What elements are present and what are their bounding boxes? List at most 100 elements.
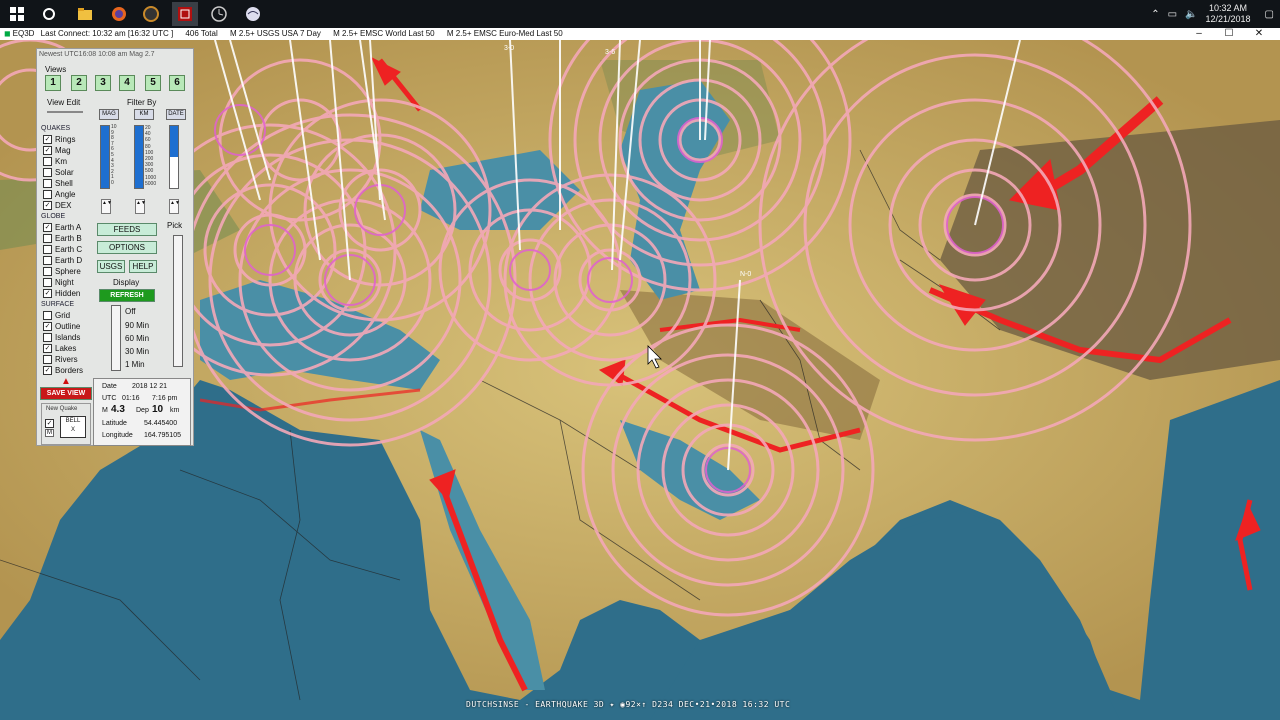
solar-checkbox[interactable]: Solar: [43, 168, 74, 177]
taskbar-clock[interactable]: 10:32 AM 12/21/2018: [1206, 3, 1251, 25]
network-icon[interactable]: ▭: [1168, 9, 1177, 20]
earth-a-checkbox[interactable]: ✓ Earth A: [43, 223, 81, 232]
checkbox-box[interactable]: [43, 179, 52, 188]
shell-checkbox[interactable]: Shell: [43, 179, 73, 188]
earth-b-checkbox[interactable]: Earth B: [43, 234, 82, 243]
checkbox-box[interactable]: ✓: [43, 223, 52, 232]
checkbox-box[interactable]: [43, 157, 52, 166]
notifications-icon[interactable]: ▢: [1265, 9, 1274, 20]
checkbox-box[interactable]: ✓: [43, 366, 52, 375]
close-button[interactable]: ✕: [1244, 28, 1274, 40]
checkbox-box[interactable]: [43, 234, 52, 243]
checkbox-box[interactable]: [43, 355, 52, 364]
display-60min-option[interactable]: 60 Min: [125, 334, 149, 343]
feeds-button[interactable]: FEEDS: [97, 223, 157, 236]
checkbox-box[interactable]: [43, 190, 52, 199]
mag-checkbox[interactable]: ✓ Mag: [43, 146, 71, 155]
km-filter-slider[interactable]: [134, 125, 144, 189]
filter-mag-button[interactable]: MAG: [99, 109, 119, 120]
display-90min-option[interactable]: 90 Min: [125, 321, 149, 330]
new-quake-checkbox[interactable]: ✓: [45, 418, 57, 428]
angle-checkbox[interactable]: Angle: [43, 190, 75, 199]
tray-chevron-icon[interactable]: ⌃: [1151, 9, 1159, 20]
checkbox-box[interactable]: ✓: [45, 419, 54, 428]
minimize-button[interactable]: –: [1184, 28, 1214, 40]
task-view-icon[interactable]: [36, 2, 62, 26]
file-explorer-icon[interactable]: [72, 2, 98, 26]
quake-info-box: Date 2018 12 21 UTC 01:16 7:16 pm M 4.3 …: [93, 378, 191, 446]
earth-c-checkbox[interactable]: Earth C: [43, 245, 82, 254]
mag-filter-slider[interactable]: [100, 125, 110, 189]
options-button[interactable]: OPTIONS: [97, 241, 157, 254]
newest-quake-header: Newest UTC16:08 10:08 am Mag 2.7: [39, 51, 155, 58]
eq3d-app-icon[interactable]: [172, 2, 198, 26]
mag-stepper[interactable]: ▲▼: [101, 199, 112, 214]
grid-checkbox[interactable]: Grid: [43, 311, 70, 320]
display-30min-option[interactable]: 30 Min: [125, 347, 149, 356]
bell-button[interactable]: BELL X: [60, 416, 86, 438]
borders-checkbox[interactable]: ✓ Borders: [43, 366, 83, 375]
date-stepper[interactable]: ▲▼: [169, 199, 180, 214]
view-3-button[interactable]: 3: [95, 75, 111, 91]
clock-app-icon[interactable]: [206, 2, 232, 26]
view-1-button[interactable]: 1: [45, 75, 61, 91]
checkbox-box[interactable]: [43, 267, 52, 276]
view-edit-slider[interactable]: [47, 111, 83, 113]
bay-of-bengal: [1150, 380, 1280, 720]
hidden-checkbox[interactable]: ✓ Hidden: [43, 289, 80, 298]
checkbox-box[interactable]: [43, 168, 52, 177]
islands-checkbox[interactable]: Islands: [43, 333, 80, 342]
windows-start-icon[interactable]: [4, 2, 30, 26]
feed-emsc-world[interactable]: M 2.5+ EMSC World Last 50: [333, 29, 434, 38]
display-slider[interactable]: [111, 305, 121, 371]
km-checkbox[interactable]: Km: [43, 157, 67, 166]
km-filter-fill: [135, 126, 143, 188]
checkbox-box[interactable]: [43, 333, 52, 342]
checkbox-box[interactable]: [43, 278, 52, 287]
maximize-button[interactable]: ☐: [1214, 28, 1244, 40]
checkbox-box[interactable]: ✓: [43, 322, 52, 331]
usgs-button[interactable]: USGS: [97, 260, 125, 273]
earth-d-checkbox[interactable]: Earth D: [43, 256, 82, 265]
depth-label: Dep: [136, 407, 149, 414]
view-4-button[interactable]: 4: [119, 75, 135, 91]
checkbox-box[interactable]: ✓: [43, 146, 52, 155]
checkbox-box[interactable]: ✓: [43, 135, 52, 144]
rings-checkbox[interactable]: ✓ Rings: [43, 135, 75, 144]
checkbox-box[interactable]: [43, 311, 52, 320]
checkbox-box[interactable]: ✓: [43, 201, 52, 210]
lakes-checkbox[interactable]: ✓ Lakes: [43, 344, 76, 353]
checkbox-box[interactable]: ✓: [43, 344, 52, 353]
filter-date-button[interactable]: DATE: [166, 109, 186, 120]
date-filter-slider[interactable]: [169, 125, 179, 189]
filter-km-button[interactable]: KM: [134, 109, 154, 120]
save-view-button[interactable]: SAVE VIEW: [40, 387, 92, 400]
globe-section-label: GLOBE: [41, 213, 66, 220]
checkbox-box[interactable]: [43, 256, 52, 265]
rivers-checkbox[interactable]: Rivers: [43, 355, 78, 364]
help-button[interactable]: HELP: [129, 260, 157, 273]
refresh-button[interactable]: REFRESH: [99, 289, 155, 302]
pick-slider[interactable]: [173, 235, 183, 367]
bell-mute-toggle[interactable]: M: [45, 429, 54, 437]
browser-app-icon[interactable]: [240, 2, 266, 26]
feed-usgs[interactable]: M 2.5+ USGS USA 7 Day: [230, 29, 321, 38]
view-5-button[interactable]: 5: [145, 75, 161, 91]
km-stepper[interactable]: ▲▼: [135, 199, 146, 214]
outline-checkbox[interactable]: ✓ Outline: [43, 322, 80, 331]
dex-checkbox[interactable]: ✓ DEX: [43, 201, 71, 210]
date-label: Date: [102, 383, 117, 390]
night-checkbox[interactable]: Night: [43, 278, 74, 287]
display-1min-option[interactable]: 1 Min: [125, 360, 145, 369]
feed-emsc-euro[interactable]: M 2.5+ EMSC Euro-Med Last 50: [447, 29, 563, 38]
volume-icon[interactable]: 🔈: [1185, 9, 1197, 20]
latitude-value: 54.445400: [144, 420, 178, 427]
obs-icon[interactable]: [138, 2, 164, 26]
display-off-option[interactable]: Off: [125, 307, 136, 316]
view-2-button[interactable]: 2: [71, 75, 87, 91]
firefox-icon[interactable]: [106, 2, 132, 26]
sphere-checkbox[interactable]: Sphere: [43, 267, 81, 276]
checkbox-box[interactable]: [43, 245, 52, 254]
checkbox-box[interactable]: ✓: [43, 289, 52, 298]
view-6-button[interactable]: 6: [169, 75, 185, 91]
